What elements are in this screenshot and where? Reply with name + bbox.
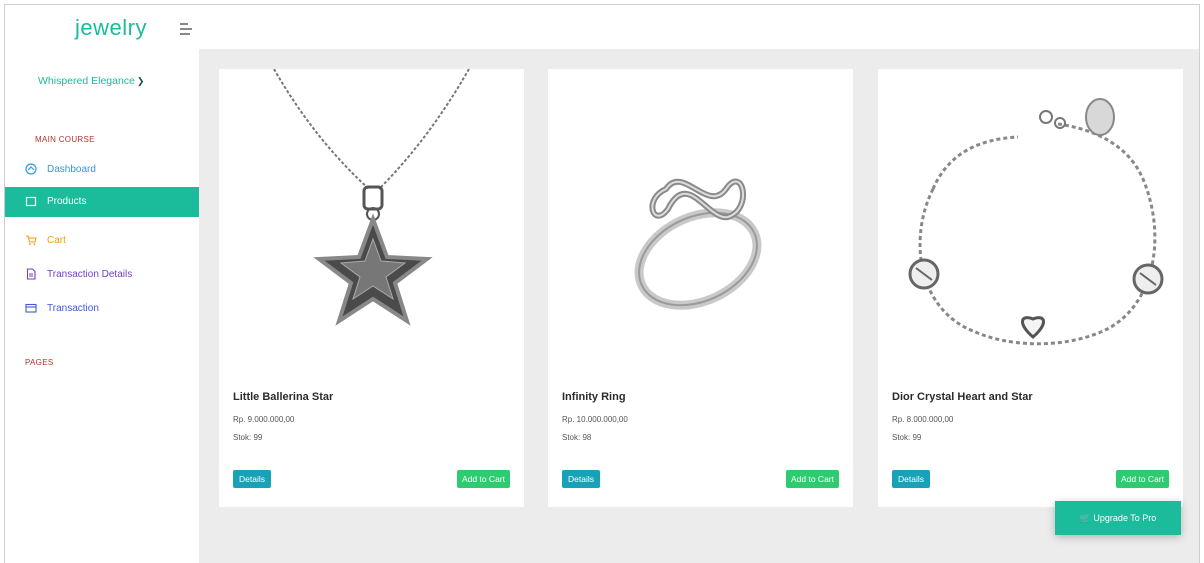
cart-icon xyxy=(26,235,37,246)
sidebar-item-label: Dashboard xyxy=(47,163,96,175)
details-button[interactable]: Details xyxy=(233,470,271,488)
sidebar-item-transaction[interactable]: Transaction xyxy=(25,302,99,314)
product-price: Rp. 9.000.000,00 xyxy=(233,415,295,424)
chevron-down-icon: ❯ xyxy=(136,76,145,86)
product-image-bracelet[interactable] xyxy=(878,69,1183,369)
product-stock: Stok: 98 xyxy=(562,433,592,442)
add-to-cart-button[interactable]: Add to Cart xyxy=(786,470,839,488)
document-icon xyxy=(26,268,36,280)
add-to-cart-button[interactable]: Add to Cart xyxy=(457,470,510,488)
product-stock: Stok: 99 xyxy=(233,433,263,442)
top-navbar: jewelry xyxy=(5,5,1199,49)
add-to-cart-button[interactable]: Add to Cart xyxy=(1116,470,1169,488)
details-button[interactable]: Details xyxy=(562,470,600,488)
product-image-necklace[interactable] xyxy=(219,69,524,369)
sidebar-item-label: Transaction Details xyxy=(47,268,133,280)
box-icon xyxy=(25,196,37,207)
sidebar-item-products[interactable]: Products xyxy=(5,187,199,217)
main-content: Little Ballerina Star Rp. 9.000.000,00 S… xyxy=(199,49,1199,563)
product-title: Dior Crystal Heart and Star xyxy=(892,391,1033,403)
product-image-ring[interactable] xyxy=(548,69,853,369)
sidebar-item-transaction-details[interactable]: Transaction Details xyxy=(25,268,132,280)
sidebar-item-label: Products xyxy=(47,195,87,207)
brand-logo[interactable]: jewelry xyxy=(75,15,147,41)
product-title: Little Ballerina Star xyxy=(233,391,334,403)
sidebar-item-dashboard[interactable]: Dashboard xyxy=(25,163,96,175)
product-stock: Stok: 99 xyxy=(892,433,922,442)
dashboard-icon xyxy=(25,163,37,175)
product-price: Rp. 8.000.000,00 xyxy=(892,415,954,424)
store-selector[interactable]: Whispered Elegance ❯ xyxy=(38,75,144,87)
sidebar-toggle-icon[interactable] xyxy=(180,23,194,37)
sidebar: Whispered Elegance ❯ MAIN COURSE Dashboar… xyxy=(5,49,199,563)
credit-card-icon xyxy=(25,303,37,313)
sidebar-item-cart[interactable]: Cart xyxy=(25,234,66,246)
store-selector-label: Whispered Elegance xyxy=(38,75,135,87)
upgrade-label: Upgrade To Pro xyxy=(1093,513,1157,523)
product-title: Infinity Ring xyxy=(562,391,626,403)
product-card: Dior Crystal Heart and Star Rp. 8.000.00… xyxy=(878,69,1183,507)
upgrade-to-pro-button[interactable]: 🛒 Upgrade To Pro xyxy=(1055,501,1181,535)
sidebar-item-label: Transaction xyxy=(47,302,99,314)
cart-icon: 🛒 xyxy=(1079,513,1091,523)
details-button[interactable]: Details xyxy=(892,470,930,488)
product-card: Infinity Ring Rp. 10.000.000,00 Stok: 98… xyxy=(548,69,853,507)
section-heading-pages: PAGES xyxy=(25,358,54,367)
section-heading-main: MAIN COURSE xyxy=(35,135,95,144)
product-price: Rp. 10.000.000,00 xyxy=(562,415,628,424)
product-card: Little Ballerina Star Rp. 9.000.000,00 S… xyxy=(219,69,524,507)
sidebar-item-label: Cart xyxy=(47,234,66,246)
